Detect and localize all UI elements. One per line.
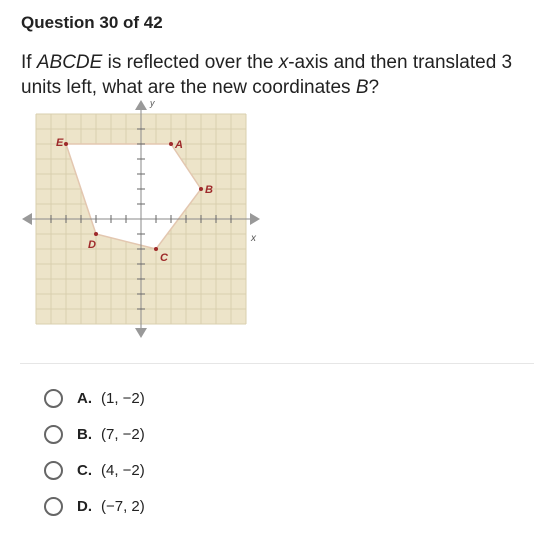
answer-option-c[interactable]: C. (4, −2) (44, 458, 145, 482)
answer-option-b[interactable]: B. (7, −2) (44, 422, 145, 446)
option-letter: C. (77, 461, 92, 479)
radio-button[interactable] (44, 424, 63, 444)
point-label: A (174, 139, 183, 151)
coordinate-graph: y x A B C D E (22, 98, 260, 338)
point-label: B (205, 184, 213, 196)
option-letter: B. (77, 425, 92, 443)
option-letter: D. (77, 497, 92, 515)
radio-button[interactable] (44, 460, 63, 480)
point-c (154, 247, 158, 251)
option-value: (1, −2) (101, 389, 145, 407)
point-label: D (88, 239, 96, 251)
x-axis-label: x (250, 233, 257, 244)
radio-button[interactable] (44, 388, 63, 408)
answer-option-a[interactable]: A. (1, −2) (44, 386, 145, 410)
option-value: (7, −2) (101, 425, 145, 443)
point-a (169, 142, 173, 146)
divider (20, 363, 534, 364)
point-e (64, 142, 68, 146)
right-arrow-icon (250, 213, 260, 225)
radio-button[interactable] (44, 496, 63, 516)
point-label: C (160, 252, 169, 264)
answer-option-d[interactable]: D. (−7, 2) (44, 494, 145, 518)
left-arrow-icon (22, 213, 32, 225)
y-axis-label: y (149, 98, 155, 108)
point-b (199, 187, 203, 191)
down-arrow-icon (135, 328, 147, 338)
option-value: (−7, 2) (101, 497, 145, 515)
point-label: E (56, 137, 64, 149)
point-d (94, 232, 98, 236)
option-letter: A. (77, 389, 92, 407)
option-value: (4, −2) (101, 461, 145, 479)
up-arrow-icon (135, 100, 147, 110)
